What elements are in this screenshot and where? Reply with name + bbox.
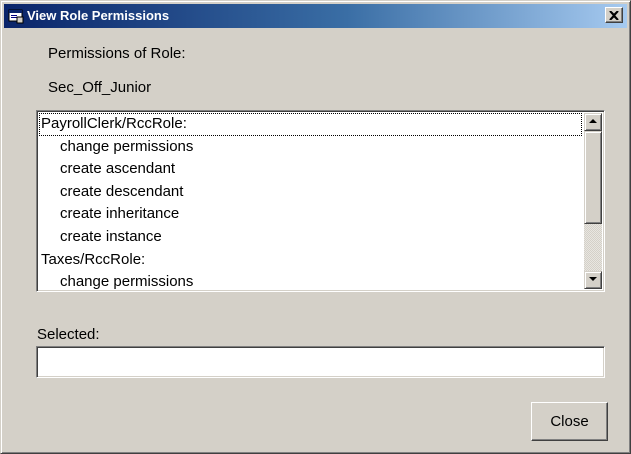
list-item[interactable]: PayrollClerk/RccRole: <box>39 113 582 136</box>
list-item[interactable]: create instance <box>39 226 582 249</box>
permissions-list-items: PayrollClerk/RccRole: change permissions… <box>39 113 582 291</box>
list-item[interactable]: change permissions <box>39 136 582 159</box>
scroll-up-button[interactable] <box>584 113 602 131</box>
application-window-icon <box>8 8 24 24</box>
selected-field[interactable] <box>36 346 605 378</box>
view-role-permissions-dialog: View Role Permissions Permissions of Rol… <box>0 0 631 454</box>
arrow-up-icon <box>589 119 597 123</box>
list-item[interactable]: create ascendant <box>39 158 582 181</box>
list-item[interactable]: create descendant <box>39 181 582 204</box>
permissions-listbox[interactable]: PayrollClerk/RccRole: change permissions… <box>36 110 605 292</box>
role-name-label: Sec_Off_Junior <box>48 79 152 96</box>
title-bar[interactable]: View Role Permissions <box>4 4 627 28</box>
list-item[interactable]: Taxes/RccRole: <box>39 249 582 272</box>
close-icon <box>609 11 619 20</box>
window-close-button[interactable] <box>605 7 623 23</box>
close-button[interactable]: Close <box>531 402 608 441</box>
arrow-down-icon <box>589 277 597 281</box>
scroll-down-button[interactable] <box>584 271 602 289</box>
window-title: View Role Permissions <box>27 8 170 23</box>
list-item[interactable]: create inheritance <box>39 203 582 226</box>
list-item[interactable]: change permissions <box>39 271 582 291</box>
permissions-of-role-label: Permissions of Role: <box>48 45 186 62</box>
selected-label: Selected: <box>37 326 100 343</box>
scrollbar-thumb[interactable] <box>584 131 602 224</box>
vertical-scrollbar[interactable] <box>584 113 602 289</box>
